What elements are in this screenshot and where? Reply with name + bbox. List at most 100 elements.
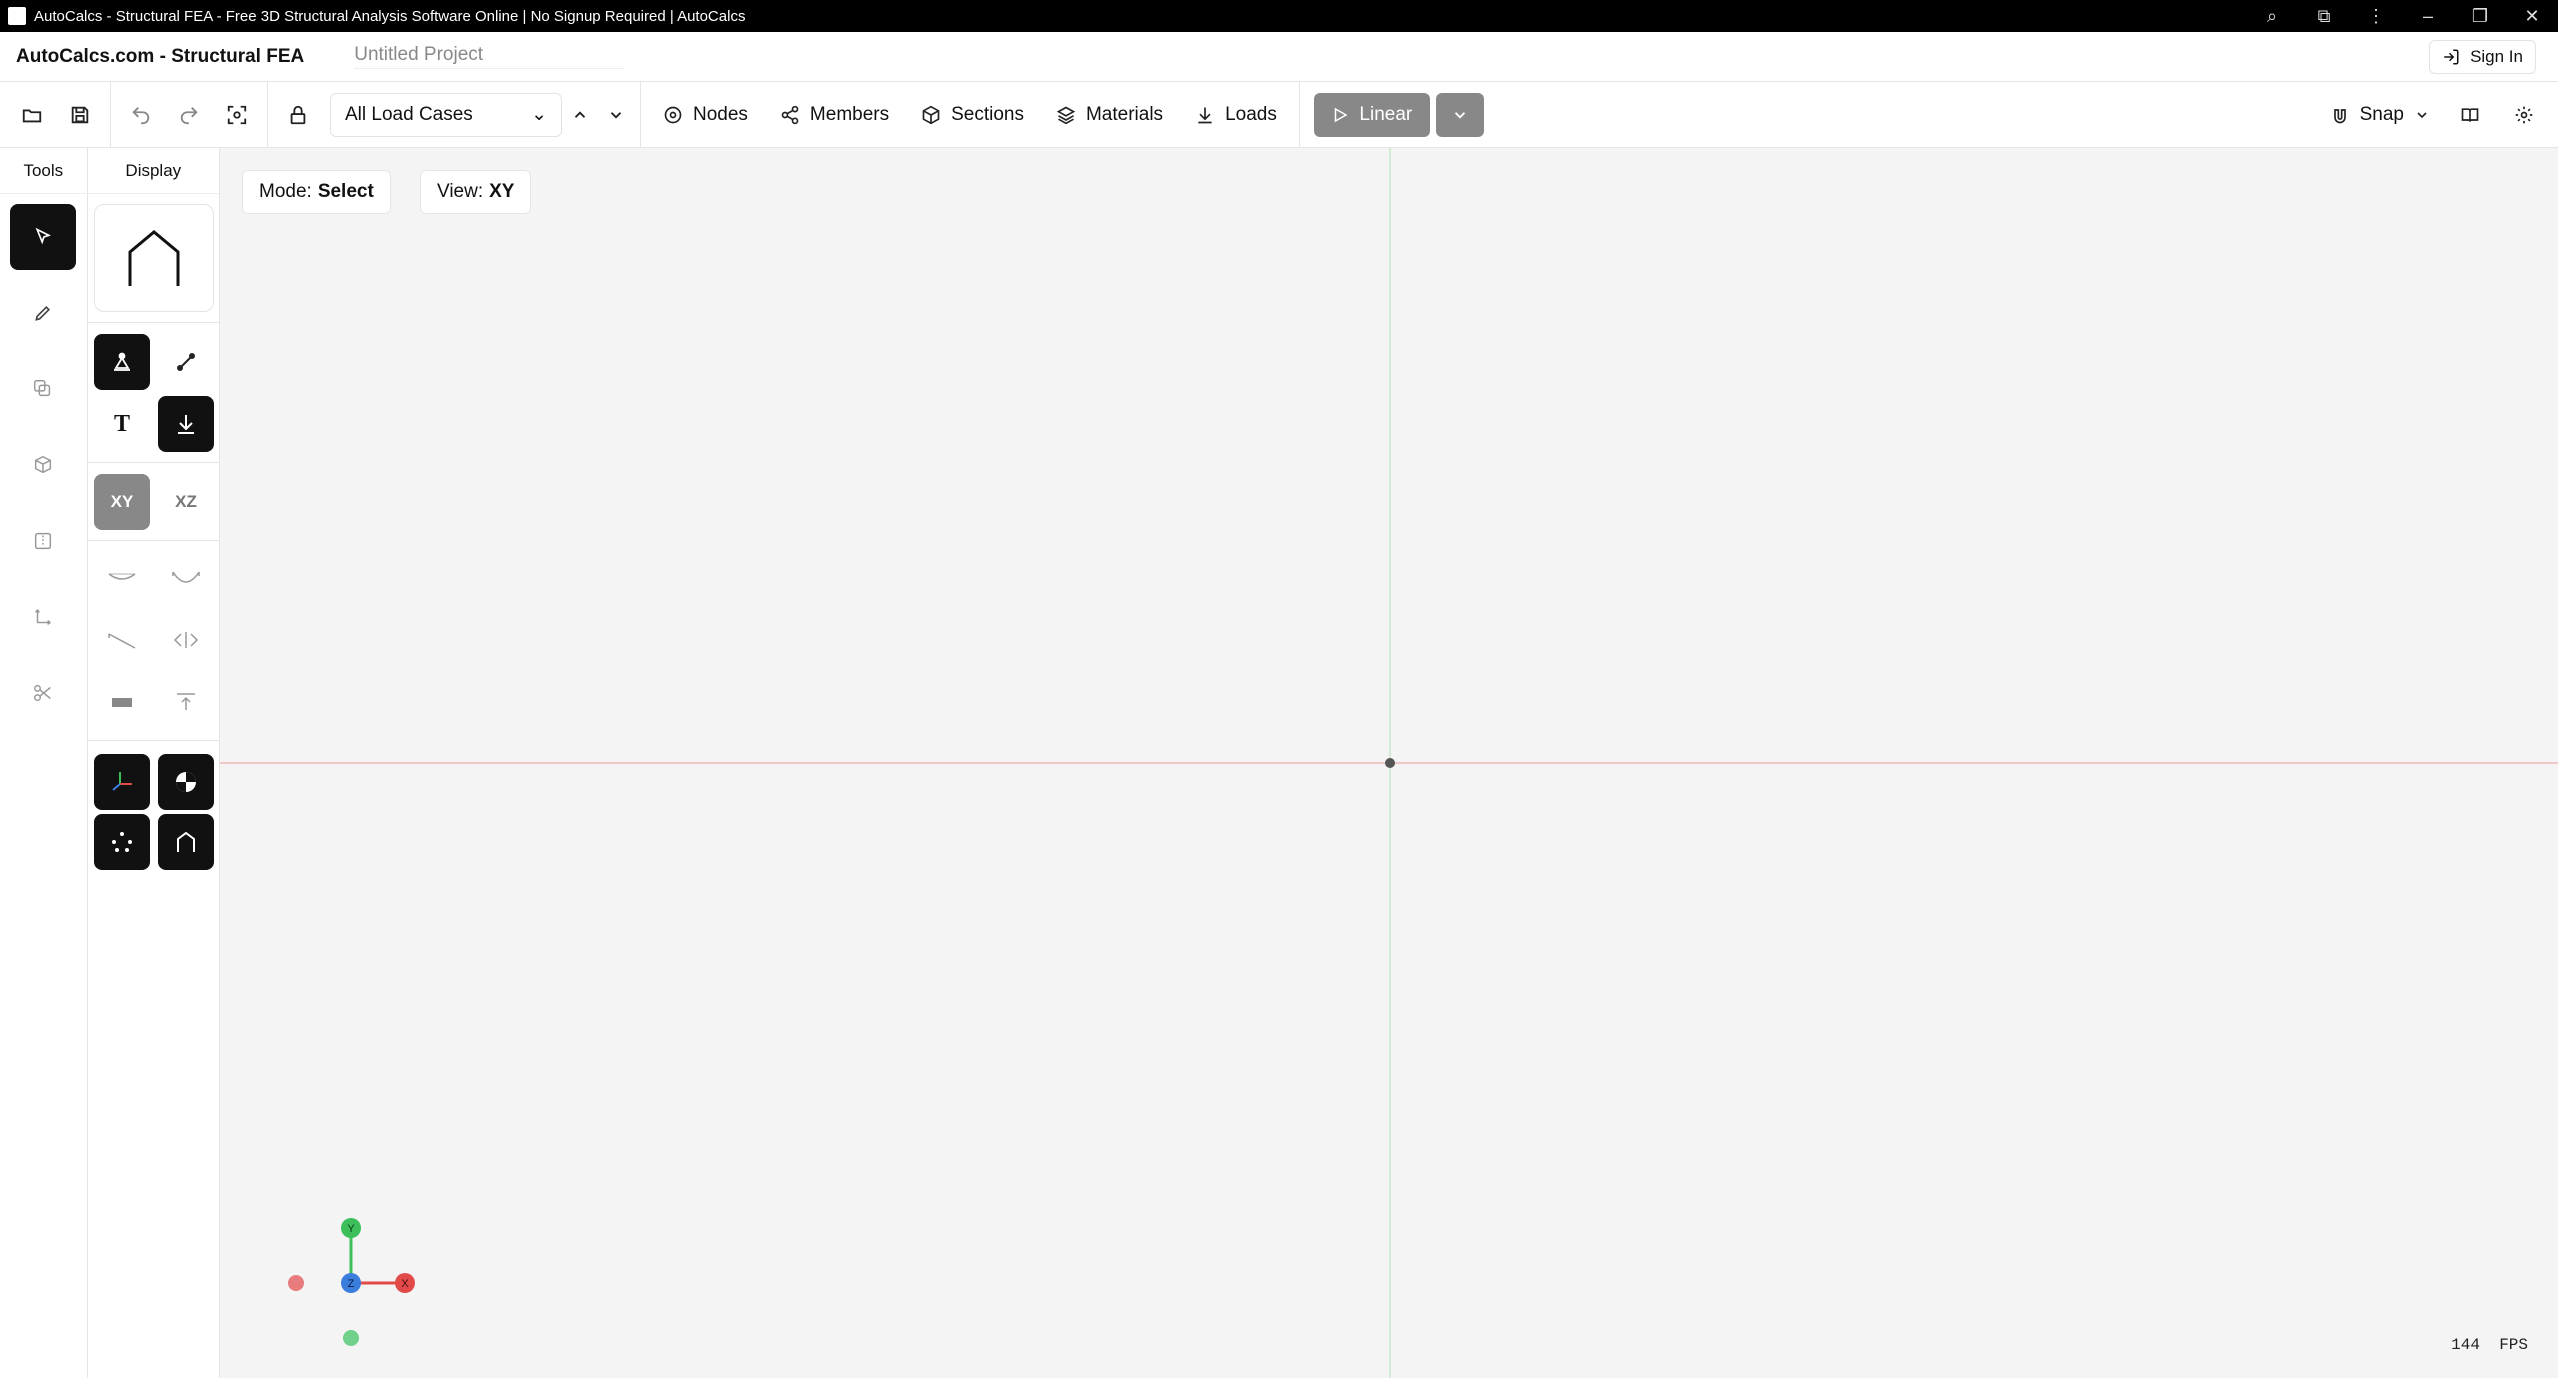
cursor-icon — [35, 227, 52, 245]
toolbar-divider — [640, 81, 641, 148]
node-icon — [664, 106, 682, 123]
sections-button[interactable]: Sections — [905, 91, 1040, 139]
toolbar-divider — [267, 81, 268, 148]
tab-display[interactable]: Display — [88, 148, 219, 193]
close-button[interactable]: ✕ — [2506, 6, 2558, 27]
members-display-toggle[interactable] — [158, 334, 214, 390]
extensions-icon[interactable]: ⧉ — [2298, 6, 2350, 27]
lock-icon — [290, 105, 306, 124]
render-mode-toggle[interactable] — [158, 754, 214, 810]
load-case-next-button[interactable] — [598, 91, 634, 139]
window-title: AutoCalcs - Structural FEA - Free 3D Str… — [34, 7, 746, 25]
undo-button[interactable] — [117, 91, 165, 139]
member-line-icon — [177, 353, 195, 371]
download-arrow-icon — [178, 415, 194, 434]
save-icon — [71, 106, 89, 123]
axis-x-label: X — [401, 1278, 409, 1290]
nodes-button[interactable]: Nodes — [647, 91, 764, 139]
supports-toggle[interactable] — [94, 334, 150, 390]
axial-diagram-icon — [173, 632, 199, 648]
pencil-icon — [35, 305, 51, 321]
toolbar-divider — [1298, 81, 1300, 148]
members-button[interactable]: Members — [764, 91, 905, 139]
labels-toggle[interactable]: T — [94, 396, 150, 452]
axes-arrows-icon — [35, 609, 51, 625]
sign-in-button[interactable]: Sign In — [2429, 40, 2536, 74]
section-display-toggle[interactable] — [94, 674, 150, 730]
minimize-button[interactable]: – — [2402, 6, 2454, 27]
members-label: Members — [809, 103, 890, 125]
3d-viewport[interactable]: Mode: Select View: XY Y X Z 144 FPS — [220, 148, 2558, 1378]
run-analysis-button[interactable]: Linear — [1313, 92, 1430, 137]
display-column: T XY XZ — [88, 194, 220, 1378]
load-case-value: All Load Cases — [345, 103, 473, 125]
layers-icon — [1056, 106, 1076, 124]
local-axes-toggle[interactable] — [158, 674, 214, 730]
focus-icon — [227, 105, 247, 124]
deflection-toggle[interactable] — [94, 550, 150, 606]
play-icon — [1335, 107, 1348, 122]
load-case-prev-button[interactable] — [562, 91, 598, 139]
redo-icon — [180, 106, 198, 124]
materials-label: Materials — [1085, 103, 1164, 125]
extrude-tool[interactable] — [10, 432, 76, 498]
fps-unit: FPS — [2499, 1336, 2528, 1354]
settings-button[interactable] — [2500, 91, 2548, 139]
divider — [88, 740, 220, 741]
divider — [88, 462, 220, 463]
sphere-icon — [176, 772, 196, 792]
select-tool[interactable] — [10, 204, 76, 270]
cube-icon — [922, 105, 940, 124]
divider — [88, 540, 220, 541]
zoom-icon[interactable]: ⌕ — [2246, 6, 2298, 27]
support-icon — [114, 352, 130, 371]
open-folder-button[interactable] — [8, 91, 56, 139]
more-menu-icon[interactable]: ⋮ — [2350, 6, 2402, 27]
loads-label: Loads — [1225, 103, 1277, 125]
axes-gizmo[interactable]: Y X Z — [260, 1196, 420, 1356]
frame-display-toggle[interactable] — [158, 814, 214, 870]
save-button[interactable] — [56, 91, 104, 139]
fit-view-button[interactable] — [213, 91, 261, 139]
view-xz-button[interactable]: XZ — [158, 474, 214, 530]
load-case-select[interactable]: All Load Cases ⌄ — [330, 92, 562, 137]
sidebar-tabs: Tools Display — [0, 148, 219, 194]
tab-tools[interactable]: Tools — [0, 148, 88, 193]
browser-title-bar: AutoCalcs - Structural FEA - Free 3D Str… — [0, 0, 2558, 32]
analysis-type-dropdown[interactable] — [1435, 92, 1484, 137]
main-toolbar: All Load Cases ⌄ Nodes Members Sections … — [0, 81, 2558, 148]
cut-tool[interactable] — [10, 660, 76, 726]
negative-y-handle — [343, 1330, 359, 1346]
project-name-field[interactable]: Untitled Project — [354, 44, 625, 69]
magnet-icon — [2333, 109, 2346, 124]
lock-button[interactable] — [274, 91, 322, 139]
mode-indicator: Mode: Select — [242, 170, 391, 214]
book-icon — [2461, 108, 2479, 122]
draw-tool[interactable] — [10, 280, 76, 346]
snap-button[interactable]: Snap — [2320, 91, 2440, 139]
axial-diagram-toggle[interactable] — [158, 612, 214, 668]
global-axes-toggle[interactable] — [94, 754, 150, 810]
toolbar-divider — [110, 81, 111, 148]
split-icon — [34, 532, 52, 550]
shear-diagram-toggle[interactable] — [94, 612, 150, 668]
nodes-display-toggle[interactable] — [94, 814, 150, 870]
view-indicator: View: XY — [420, 170, 532, 214]
copy-tool[interactable] — [10, 356, 76, 422]
copy-icon — [34, 380, 51, 397]
view-xy-button[interactable]: XY — [94, 474, 150, 530]
chevron-down-icon: ⌄ — [531, 104, 547, 125]
materials-button[interactable]: Materials — [1040, 91, 1179, 139]
loads-display-toggle[interactable] — [158, 396, 214, 452]
loads-button[interactable]: Loads — [1179, 91, 1293, 139]
structure-preview — [94, 204, 214, 312]
restore-button[interactable]: ❐ — [2454, 6, 2506, 27]
split-tool[interactable] — [10, 508, 76, 574]
move-tool[interactable] — [10, 584, 76, 650]
toolbar-right-group: Snap — [2320, 91, 2548, 139]
redo-button[interactable] — [165, 91, 213, 139]
origin-node — [1385, 758, 1395, 768]
docs-button[interactable] — [2446, 91, 2494, 139]
divider — [88, 322, 220, 323]
moment-diagram-toggle[interactable] — [158, 550, 214, 606]
